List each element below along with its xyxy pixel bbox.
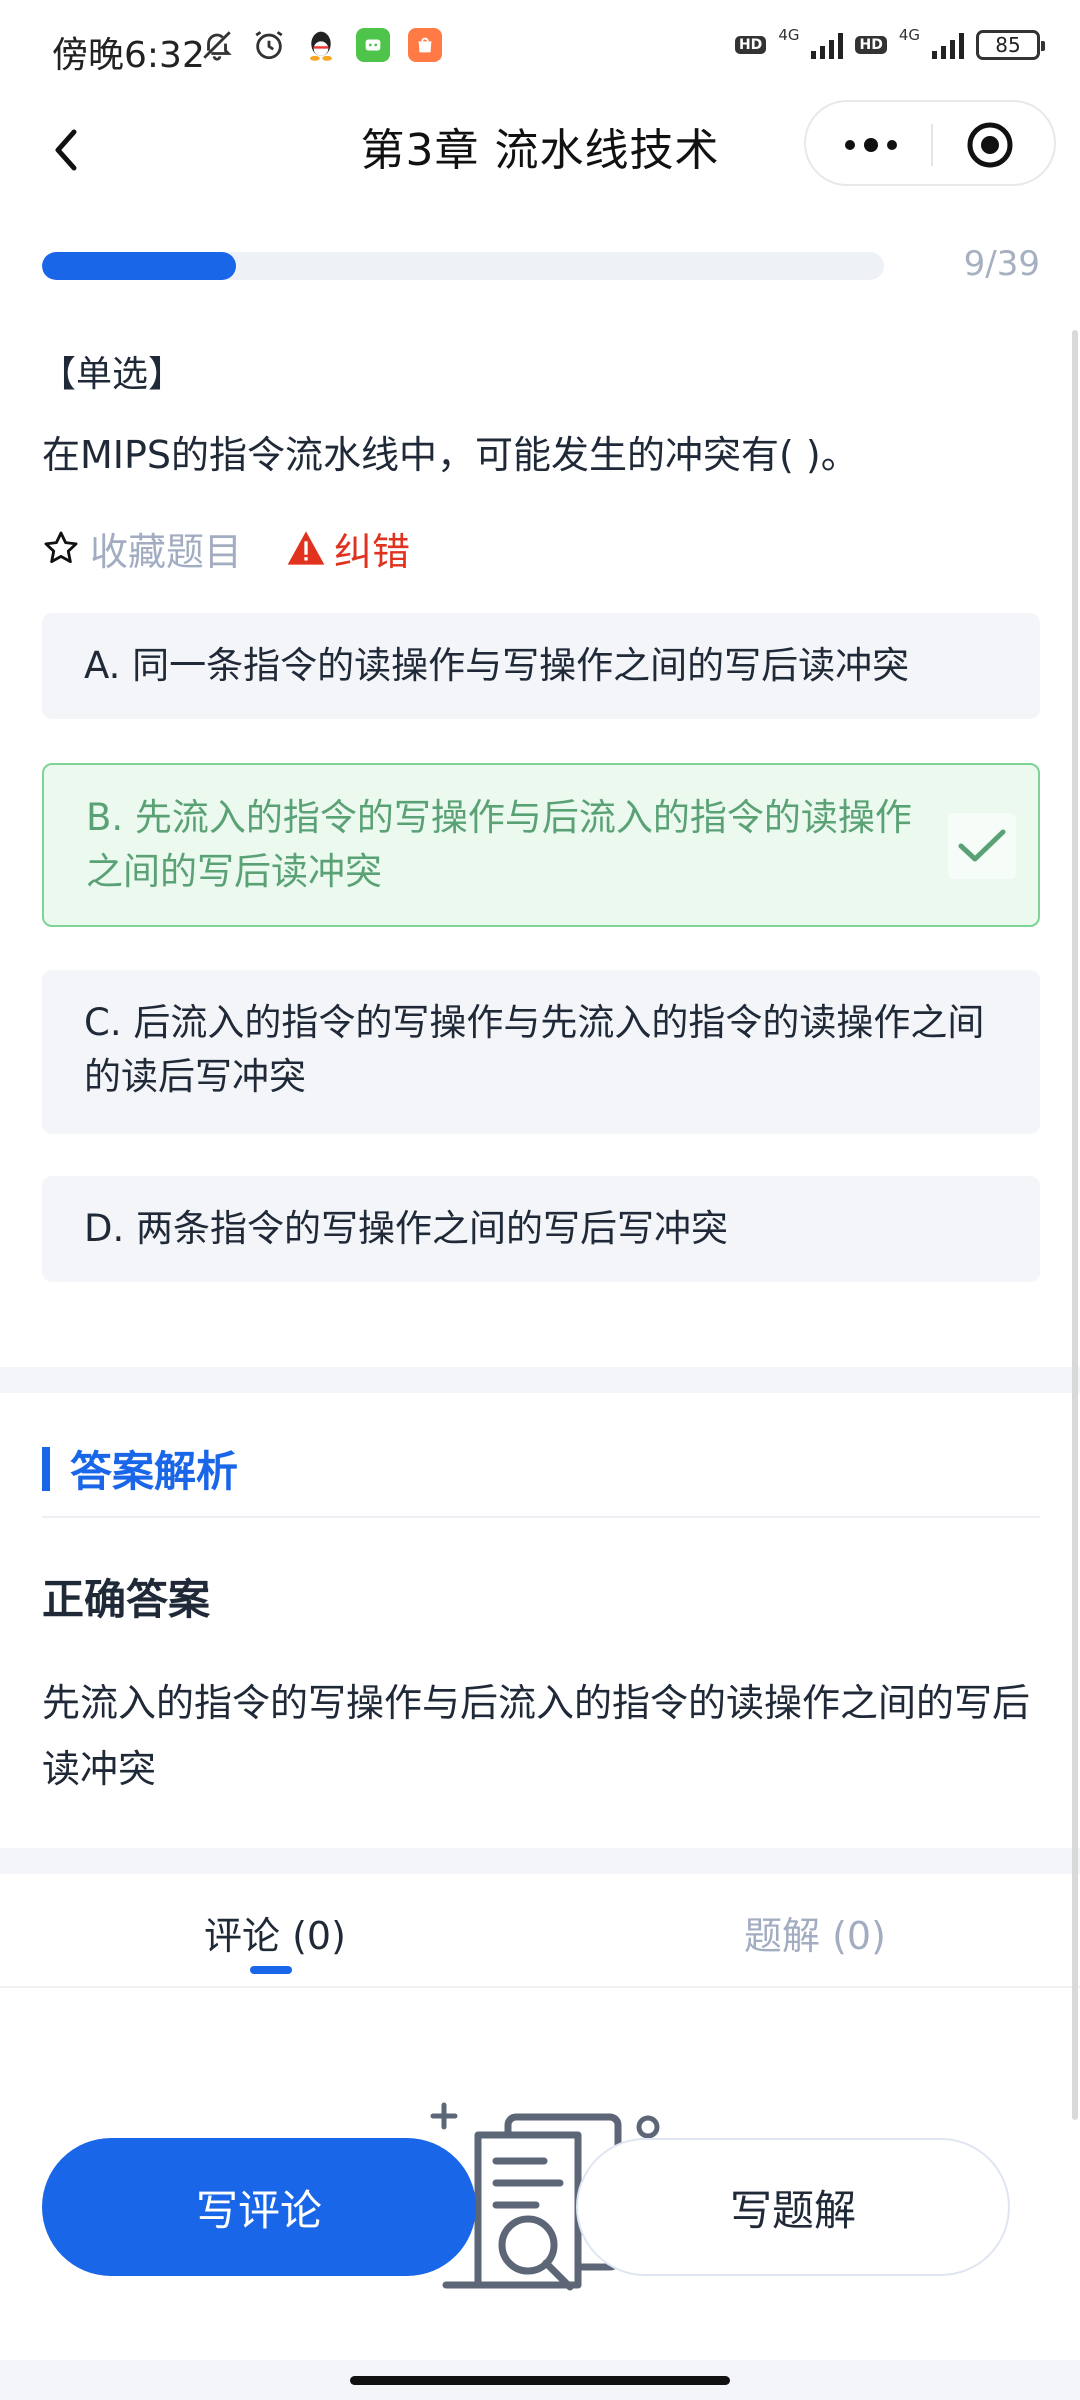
star-icon	[44, 531, 78, 564]
question-stem: 在MIPS的指令流水线中，可能发生的冲突有( )。	[42, 433, 859, 477]
progress-count: 9/39	[963, 244, 1040, 284]
signal-icon	[811, 31, 844, 59]
status-bar: 傍晚6:32 HD 4G HD 4G 85	[0, 0, 1080, 96]
battery-icon: 85	[976, 30, 1045, 60]
mute-bell-icon	[200, 28, 234, 62]
option-d[interactable]: D. 两条指令的写操作之间的写后写冲突	[42, 1176, 1040, 1282]
active-tab-indicator	[250, 1966, 292, 1974]
warning-icon	[287, 531, 325, 565]
option-a[interactable]: A. 同一条指令的读操作与写操作之间的写后读冲突	[42, 613, 1040, 719]
hd-badge: HD	[855, 36, 887, 54]
more-button[interactable]	[836, 122, 906, 168]
check-icon	[948, 813, 1016, 879]
mini-program-capsule	[804, 100, 1056, 186]
app-shop-icon	[408, 28, 442, 62]
scrollbar[interactable]	[1072, 330, 1078, 2120]
target-icon	[967, 122, 1013, 168]
home-indicator[interactable]	[350, 2376, 730, 2385]
favorite-button[interactable]: 收藏题目	[42, 521, 242, 576]
nav-bar: 第3章 流水线技术	[0, 96, 1080, 246]
network-type: 4G	[778, 26, 800, 44]
signal-icon	[932, 31, 964, 59]
section-divider	[0, 1848, 1080, 1874]
correct-answer-text: 先流入的指令的写操作与后流入的指令的读操作之间的写后读冲突	[42, 1681, 1031, 1791]
option-text: A. 同一条指令的读操作与写操作之间的写后读冲突	[84, 644, 910, 687]
progress-fill	[42, 252, 236, 280]
tab-solutions[interactable]: 题解 (0)	[744, 1905, 886, 1960]
write-comment-button[interactable]: 写评论	[42, 2138, 476, 2276]
app-green-icon	[356, 28, 390, 62]
answer-analysis-title: 答案解析	[70, 1447, 239, 1496]
option-text: D. 两条指令的写操作之间的写后写冲突	[84, 1207, 729, 1250]
more-dots-icon	[845, 138, 897, 152]
favorite-label: 收藏题目	[90, 529, 243, 574]
hd-badge: HD	[734, 36, 767, 54]
qq-icon	[304, 28, 338, 62]
answer-analysis-header: 答案解析	[42, 1438, 238, 1499]
option-text: C. 后流入的指令的写操作与先流入的指令的读操作之间的读后写冲突	[84, 1001, 985, 1098]
network-type: 4G	[898, 26, 920, 44]
status-time: 傍晚6:32	[52, 35, 205, 76]
close-mini-program-button[interactable]	[966, 121, 1014, 169]
option-b[interactable]: B. 先流入的指令的写操作与后流入的指令的读操作之间的写后读冲突	[42, 763, 1040, 927]
option-c[interactable]: C. 后流入的指令的写操作与先流入的指令的读操作之间的读后写冲突	[42, 970, 1040, 1134]
correct-answer-title: 正确答案	[42, 1575, 211, 1624]
question-type: 【单选】	[40, 354, 185, 395]
tab-comments[interactable]: 评论 (0)	[204, 1905, 346, 1960]
alarm-icon	[252, 28, 286, 62]
report-label: 纠错	[334, 529, 411, 574]
option-text: B. 先流入的指令的写操作与后流入的指令的读操作之间的写后读冲突	[86, 796, 912, 893]
report-error-button[interactable]: 纠错	[286, 521, 410, 576]
progress-bar	[42, 252, 884, 280]
section-divider	[0, 1367, 1080, 1393]
write-solution-button[interactable]: 写题解	[576, 2138, 1010, 2276]
